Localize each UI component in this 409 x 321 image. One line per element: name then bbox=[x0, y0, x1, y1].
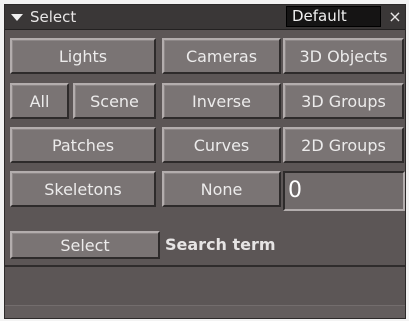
cameras-button[interactable]: Cameras bbox=[162, 38, 281, 74]
empty-panel-area bbox=[5, 267, 405, 305]
select-panel: Select Default × Lights Cameras 3D Objec… bbox=[4, 4, 406, 319]
close-icon[interactable]: × bbox=[385, 5, 405, 28]
panel-title-toggle[interactable]: Select bbox=[11, 7, 76, 27]
panel-footer bbox=[5, 305, 405, 318]
search-term-label: Search term bbox=[165, 235, 276, 254]
preset-selector[interactable]: Default bbox=[286, 6, 381, 27]
panel-title: Select bbox=[30, 8, 77, 26]
patches-button[interactable]: Patches bbox=[10, 127, 156, 163]
3d-objects-button[interactable]: 3D Objects bbox=[283, 38, 404, 74]
triangle-down-icon[interactable] bbox=[11, 14, 23, 21]
inverse-button[interactable]: Inverse bbox=[162, 83, 281, 119]
lights-button[interactable]: Lights bbox=[10, 38, 156, 74]
none-button[interactable]: None bbox=[162, 171, 281, 207]
3d-groups-button[interactable]: 3D Groups bbox=[283, 83, 404, 119]
2d-groups-button[interactable]: 2D Groups bbox=[283, 127, 404, 163]
curves-button[interactable]: Curves bbox=[162, 127, 281, 163]
scene-button[interactable]: Scene bbox=[73, 83, 156, 119]
panel-titlebar: Select Default × bbox=[5, 5, 405, 30]
all-button[interactable]: All bbox=[10, 83, 69, 119]
select-button[interactable]: Select bbox=[10, 231, 160, 259]
skeletons-button[interactable]: Skeletons bbox=[10, 171, 156, 207]
count-field[interactable]: 0 bbox=[283, 171, 405, 211]
